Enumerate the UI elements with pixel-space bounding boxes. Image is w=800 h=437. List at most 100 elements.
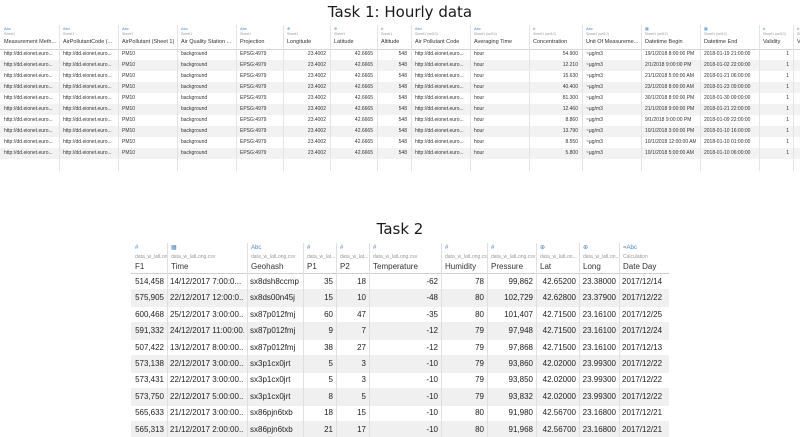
- table-row[interactable]: 514,458 14/12/2017 7:00:0... sx8dsh8ccmp 35…: [131, 273, 669, 291]
- column-header[interactable]: # Sheet1 (sel10) Concentration: [529, 25, 582, 49]
- column-divider[interactable]: [236, 25, 237, 171]
- column-name: Latitude: [334, 39, 354, 45]
- table-row[interactable]: 573,431 22/12/2017 3:00:00... sx3p1cx0jrt 5…: [131, 371, 669, 389]
- column-divider[interactable]: [641, 25, 642, 171]
- column-divider[interactable]: [487, 243, 488, 437]
- column-header[interactable]: # Sheet1 (sel10) Validity: [759, 25, 793, 49]
- table-row[interactable]: http://dd.eionet.euro... http://dd.eionet…: [0, 137, 800, 148]
- table-cell: hour: [474, 73, 485, 79]
- column-divider[interactable]: [579, 243, 580, 437]
- table-row[interactable]: 507,422 13/12/2017 8:00:00... sx87p012fmj 3…: [131, 339, 669, 357]
- table-row[interactable]: 575,905 22/12/2017 12:00:0... sx8ds00n45j 1…: [131, 289, 669, 308]
- column-header[interactable]: Abc data_w_latLong.csv Geohash: [247, 243, 303, 273]
- column-header[interactable]: Abc Sheet1 (sel10) Air Pollutant Code: [411, 25, 470, 49]
- column-divider[interactable]: [167, 243, 168, 437]
- table-cell: hour: [474, 106, 485, 112]
- table-cell: 2018-01-23 09:00:00: [704, 84, 751, 90]
- column-divider[interactable]: [470, 25, 471, 171]
- table-row[interactable]: http://dd.eionet.euro... http://dd.eionet…: [0, 115, 800, 126]
- table-row[interactable]: 591,332 24/12/2017 11:00:00... sx87p012fmj…: [131, 322, 669, 341]
- column-source-label: Sheet1: [334, 32, 346, 36]
- field-type-icon: #: [797, 26, 800, 31]
- column-divider[interactable]: [536, 243, 537, 437]
- column-header[interactable]: # Sheet1 Altitude: [377, 25, 411, 49]
- column-header[interactable]: #Sheet1 (sel10)Verific: [793, 25, 800, 49]
- table-row[interactable]: http://dd.eionet.euro... http://dd.eionet…: [0, 148, 800, 159]
- column-header[interactable]: # data_w_lat... P2: [336, 243, 369, 273]
- column-header[interactable]: # data_w_latLong.csv Humidity: [441, 243, 487, 273]
- column-header[interactable]: ⊕ data_w_latLon... Long: [579, 243, 619, 273]
- column-divider[interactable]: [336, 243, 337, 437]
- table-row[interactable]: http://dd.eionet.euro... http://dd.eionet…: [0, 82, 800, 93]
- table-row[interactable]: 565,633 21/12/2017 3:00:00... sx86pjn6txb 1…: [131, 404, 669, 422]
- column-divider[interactable]: [529, 25, 530, 171]
- column-divider[interactable]: [377, 25, 378, 171]
- table-cell: http://dd.eionet.euro...: [415, 117, 464, 123]
- table-row[interactable]: http://dd.eionet.euro... http://dd.eionet…: [0, 49, 800, 60]
- column-header[interactable]: ▦ Sheet1 (sel10) Datetime End: [700, 25, 759, 49]
- column-divider[interactable]: [582, 25, 583, 171]
- field-type-icon: #: [135, 245, 139, 251]
- column-header[interactable]: # data_w_lat... P1: [303, 243, 336, 273]
- column-divider[interactable]: [619, 243, 620, 437]
- column-divider[interactable]: [283, 25, 284, 171]
- column-divider[interactable]: [177, 25, 178, 171]
- column-header[interactable]: Abc Sheet1 Projection: [236, 25, 283, 49]
- table-cell: -10: [426, 375, 438, 385]
- column-header[interactable]: Abc Sheet1 (sel10) Averaging Time: [470, 25, 529, 49]
- column-divider[interactable]: [330, 25, 331, 171]
- column-divider[interactable]: [247, 243, 248, 437]
- table-cell: 42.02000: [542, 359, 576, 368]
- column-header[interactable]: =Abc Calculation Date Day: [619, 243, 669, 273]
- table-cell: 2018-01-19 21:00:00: [704, 51, 751, 57]
- column-divider[interactable]: [793, 25, 794, 171]
- column-header[interactable]: # data_w_latLong.csv Pressure: [487, 243, 536, 273]
- column-header[interactable]: ▦ data_w_latLong.csv Time: [167, 243, 247, 273]
- column-divider[interactable]: [700, 25, 701, 171]
- table-row[interactable]: 573,750 22/12/2017 5:00:00... sx3p1cx0jrt 8…: [131, 387, 669, 406]
- table-row[interactable]: http://dd.eionet.euro... http://dd.eionet…: [0, 71, 800, 82]
- table-row[interactable]: 600,468 25/12/2017 3:00:00... sx87p012fmj 6…: [131, 306, 669, 324]
- column-divider[interactable]: [303, 243, 304, 437]
- column-source-label: data_w_latLong.csv: [491, 254, 536, 260]
- column-name: Date Day: [623, 262, 657, 271]
- table-row[interactable]: http://dd.eionet.euro... http://dd.eionet…: [0, 60, 800, 71]
- column-source-label: data_w_latLong.csv: [251, 254, 296, 260]
- table-row[interactable]: http://dd.eionet.euro... http://dd.eionet…: [0, 104, 800, 115]
- table-cell: EPSG:4979: [240, 62, 267, 68]
- field-type-icon: #: [340, 245, 344, 251]
- column-header[interactable]: # data_w_latLong.csv Temperature: [369, 243, 441, 273]
- column-header[interactable]: Abc Sheet1 (sel10) Unit Of Measureme...: [582, 25, 641, 49]
- column-header[interactable]: Abc Sheet1 AirPollutantCode (...: [59, 25, 118, 49]
- column-header[interactable]: ▦ Sheet1 (sel10) Datetime Begin: [641, 25, 700, 49]
- table-row[interactable]: http://dd.eionet.euro... http://dd.eionet…: [0, 93, 800, 104]
- column-header[interactable]: Abc Sheet1 AirPollutant (Sheet 1): [118, 25, 177, 49]
- table-cell: sx87p012fmj: [250, 342, 296, 352]
- field-type-icon: Abc: [181, 26, 188, 31]
- column-header[interactable]: ⊕ Sheet1 Longitude: [283, 25, 330, 49]
- table-row[interactable]: 573,138 22/12/2017 3:00:00... sx3p1cx0jrt 5…: [131, 355, 669, 373]
- table-cell: PM10: [122, 84, 136, 90]
- column-divider[interactable]: [411, 25, 412, 171]
- column-divider[interactable]: [441, 243, 442, 437]
- table-row[interactable]: http://dd.eionet.euro... http://dd.eionet…: [0, 126, 800, 137]
- column-divider[interactable]: [369, 243, 370, 437]
- column-header[interactable]: Abc Sheet1 Air Quality Station ...: [177, 25, 236, 49]
- column-name: Longitude: [287, 39, 312, 45]
- column-header[interactable]: # data_w_latLong.csv F1: [131, 243, 167, 273]
- column-header[interactable]: ⊕ data_w_latLon... Lat: [536, 243, 579, 273]
- column-name: Air Pollutant Code: [415, 39, 460, 45]
- column-header[interactable]: ⊕ Sheet1 Latitude: [330, 25, 377, 49]
- table-cell: 2017/12/22: [622, 375, 663, 385]
- table-cell: 79: [475, 326, 484, 336]
- table-cell: ~µg/m3: [586, 139, 603, 145]
- column-divider[interactable]: [759, 25, 760, 171]
- table-cell: hour: [474, 117, 485, 123]
- table-cell: http://dd.eionet.euro...: [415, 106, 464, 112]
- table-cell: 21/1/2018 5:00:00 AM: [645, 73, 694, 79]
- column-divider[interactable]: [59, 25, 60, 171]
- table-cell: 10/1/2018 12:00:00 AM: [645, 139, 696, 145]
- column-divider[interactable]: [118, 25, 119, 171]
- table-row[interactable]: 565,313 21/12/2017 2:00:00... sx86pjn6txb 2…: [131, 420, 669, 437]
- column-header[interactable]: Abc Sheet1 Measurement Meth...: [0, 25, 59, 49]
